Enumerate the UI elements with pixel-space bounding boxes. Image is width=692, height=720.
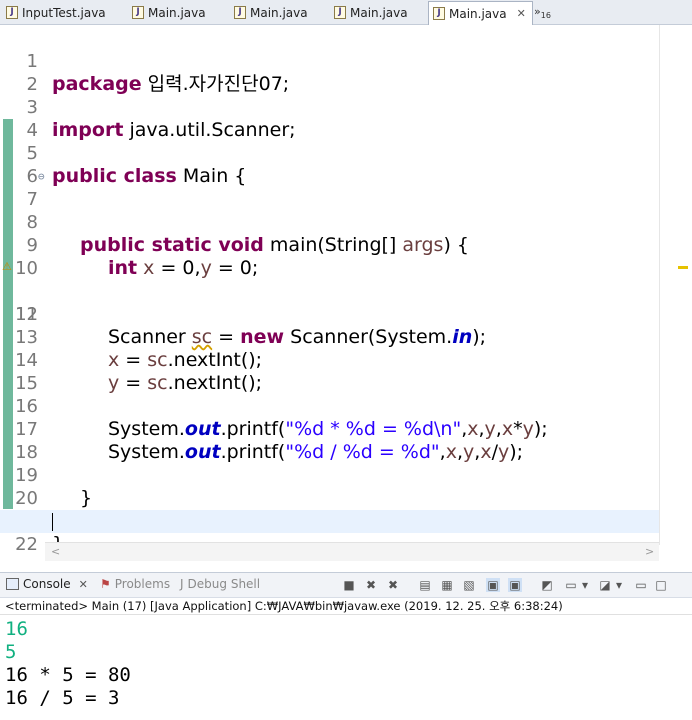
code-line-17: 17 System.out.printf("%d / %d = %d",x,y,…	[15, 419, 524, 463]
code-line-18: 18	[0, 418, 660, 463]
java-file-icon: J	[132, 6, 144, 19]
fold-collapse-icon[interactable]: ⊖	[38, 165, 45, 188]
editor-tab-bar: J InputTest.java J Main.java J Main.java…	[0, 0, 692, 25]
warning-marker[interactable]	[678, 266, 688, 269]
code-line-16: 16 System.out.printf("%d * %d = %d\n",x,…	[15, 396, 548, 440]
divider	[0, 614, 692, 615]
chevron-down-icon[interactable]: ▾	[580, 578, 590, 592]
console-output-line: 16	[5, 618, 28, 640]
code-line-20: 20	[0, 464, 660, 509]
code-line-19: 19 }	[15, 465, 93, 509]
tab-inputtest-java[interactable]: J InputTest.java	[2, 2, 106, 23]
code-line-22: 22	[0, 510, 660, 555]
code-line-10: 10	[0, 234, 660, 279]
tab-console[interactable]: Console ✕	[6, 577, 88, 591]
tab-main-java-3[interactable]: J Main.java	[330, 2, 408, 23]
code-line-1: 1 package 입력.자가진단07;	[0, 27, 660, 95]
tab-label: Main.java	[148, 5, 206, 20]
close-icon[interactable]: ✕	[79, 578, 88, 591]
problems-icon: ⚑	[100, 577, 111, 591]
remove-all-terminated-icon[interactable]: ✖	[386, 578, 400, 592]
tab-label: InputTest.java	[22, 5, 106, 20]
open-console-icon[interactable]: ◪	[598, 578, 612, 592]
scroll-right-icon[interactable]: >	[645, 545, 654, 558]
console-view-toolbar: Console ✕ ⚑ Problems J Debug Shell ■ ✖ ✖…	[0, 572, 692, 598]
show-on-stderr-icon[interactable]: ▣	[508, 578, 522, 592]
clear-console-icon[interactable]: ▤	[418, 578, 432, 592]
remove-launch-icon[interactable]: ✖	[364, 578, 378, 592]
tab-debug-shell[interactable]: J Debug Shell	[180, 577, 260, 591]
console-output-line: 5	[5, 641, 17, 663]
code-line-2: 2	[0, 50, 660, 95]
code-line-3: 3 import java.util.Scanner;	[0, 73, 660, 141]
text-caret	[52, 513, 53, 531]
code-line-6: 6	[0, 142, 660, 187]
debug-shell-icon: J	[180, 577, 184, 591]
tab-label: Debug Shell	[187, 577, 261, 591]
scroll-left-icon[interactable]: <	[51, 545, 60, 558]
word-wrap-icon[interactable]: ▧	[462, 578, 476, 592]
tab-main-java-1[interactable]: J Main.java	[128, 2, 206, 23]
tab-label: Problems	[114, 577, 171, 591]
tab-label: Main.java	[350, 5, 408, 20]
chevron-double-right-icon: »	[534, 5, 541, 18]
java-file-icon: J	[234, 6, 246, 19]
warning-icon[interactable]: ⚠	[2, 261, 14, 273]
code-line-14: 14 y = sc.nextInt();	[15, 350, 263, 394]
overview-ruler[interactable]	[659, 25, 690, 545]
terminate-icon[interactable]: ■	[342, 578, 356, 592]
console-status-line: <terminated> Main (17) [Java Application…	[5, 599, 563, 613]
code-line-15: 15	[0, 349, 660, 394]
code-editor[interactable]: ▭ □ 1 package 입력.자가진단07; 2 3 import java…	[0, 25, 692, 565]
pin-console-icon[interactable]: ◩	[540, 578, 554, 592]
java-file-icon: J	[6, 6, 18, 19]
line-number: 22	[15, 534, 38, 555]
scroll-lock-icon[interactable]: ▦	[440, 578, 454, 592]
console-icon	[6, 578, 19, 590]
minimize-icon[interactable]: ▭	[634, 578, 648, 592]
tab-problems[interactable]: ⚑ Problems	[100, 577, 170, 591]
tab-label: Main.java	[449, 6, 507, 21]
code-line-12: 12	[0, 280, 660, 325]
chevron-down-icon[interactable]: ▾	[614, 578, 624, 592]
code-line-9: 9 int x = 0,y = 0;	[0, 211, 660, 279]
tab-label: Console	[23, 577, 71, 591]
tab-label: Main.java	[250, 5, 308, 20]
maximize-icon[interactable]: □	[654, 578, 668, 592]
code-line-13: 13 x = sc.nextInt();	[15, 327, 263, 371]
java-file-icon: J	[433, 7, 445, 20]
tab-overflow-count: 16	[540, 11, 551, 21]
display-console-icon[interactable]: ▭	[564, 578, 578, 592]
code-line-11: ⚠ 11 Scanner sc = new Scanner(System.in)…	[2, 260, 487, 349]
horizontal-scrollbar[interactable]: < >	[45, 542, 659, 561]
java-file-icon: J	[334, 6, 346, 19]
tab-main-java-active[interactable]: J Main.java ✕	[428, 1, 533, 25]
close-icon[interactable]: ✕	[517, 7, 526, 20]
code-line-7: 7 ⊖ public static void main(String[] arg…	[0, 165, 660, 256]
show-on-stdout-icon[interactable]: ▣	[486, 578, 500, 592]
tab-overflow-button[interactable]: »16	[534, 5, 551, 20]
console-output-line: 16 / 5 = 3	[5, 687, 120, 709]
tab-main-java-2[interactable]: J Main.java	[230, 2, 308, 23]
console-output-line: 16 * 5 = 80	[5, 664, 131, 686]
code-line-5: 5 public class Main {	[0, 119, 660, 187]
code-line-8: 8	[0, 188, 660, 233]
code-line-4: 4	[0, 96, 660, 141]
code-line-21: 21 }	[0, 487, 660, 555]
